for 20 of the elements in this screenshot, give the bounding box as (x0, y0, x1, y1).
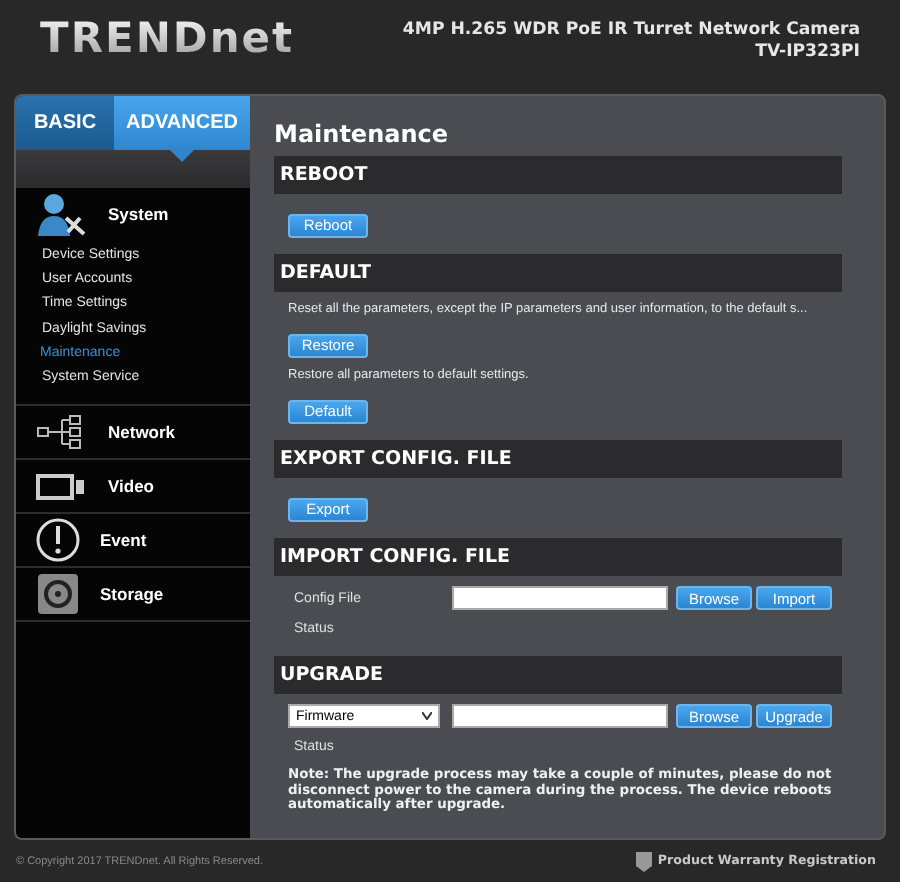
model-number: TV-IP323PI (753, 42, 860, 64)
page-title: Maintenance (274, 118, 451, 152)
section-header: REBOOT (274, 156, 842, 194)
section-header: IMPORT CONFIG. FILE (274, 538, 842, 576)
file-path-field[interactable] (452, 586, 668, 610)
shield-icon (635, 851, 652, 871)
mode-tab[interactable]: BASIC (16, 96, 114, 150)
sidebar-item[interactable]: Video (16, 460, 250, 513)
sidebar-item[interactable]: Storage (16, 568, 250, 621)
video-camera-icon (36, 472, 88, 501)
section-header: DEFAULT (274, 254, 842, 292)
caret-icon (422, 712, 432, 720)
section-header: EXPORT CONFIG. FILE (274, 440, 842, 478)
sidebar-item[interactable]: Network (16, 406, 250, 459)
file-path-field[interactable] (452, 704, 668, 728)
exclamation-icon (36, 518, 80, 563)
product-name: 4MP H.265 WDR PoE IR Turret Network Camera (402, 20, 860, 42)
section-header: UPGRADE (274, 656, 842, 694)
sidebar-item[interactable]: Event (16, 514, 250, 567)
sidebar-item[interactable]: System (16, 188, 250, 240)
